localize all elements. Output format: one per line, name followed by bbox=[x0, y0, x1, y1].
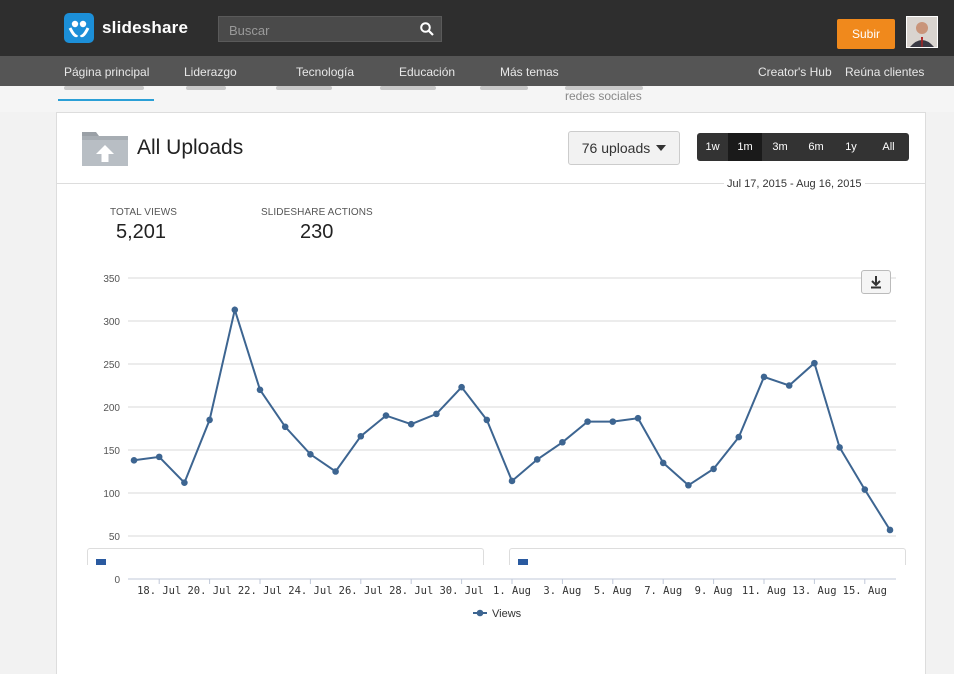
data-point bbox=[508, 477, 516, 485]
x-tick-label: 20. Jul bbox=[187, 585, 231, 597]
bottom-panel-left bbox=[87, 548, 484, 565]
data-point bbox=[735, 433, 743, 441]
x-tick-label: 1. Aug bbox=[493, 585, 531, 597]
x-tick-label: 15. Aug bbox=[843, 585, 887, 597]
data-point bbox=[130, 457, 138, 464]
data-point bbox=[785, 382, 793, 389]
x-tick-label: 28. Jul bbox=[389, 585, 433, 597]
data-point bbox=[710, 465, 717, 473]
y-tick-label: 250 bbox=[103, 360, 120, 371]
data-point bbox=[634, 414, 642, 422]
y-tick-label: 50 bbox=[109, 532, 121, 543]
data-point bbox=[533, 456, 541, 463]
y-tick-label: 300 bbox=[103, 317, 120, 328]
legend-marker bbox=[476, 609, 484, 617]
x-tick-label: 24. Jul bbox=[288, 585, 332, 597]
data-point bbox=[181, 479, 188, 486]
data-point bbox=[407, 420, 415, 428]
download-icon bbox=[871, 276, 881, 289]
download-chart-button[interactable] bbox=[861, 270, 891, 294]
y-tick-label: 200 bbox=[103, 403, 120, 414]
y-tick-label: 350 bbox=[103, 274, 120, 285]
data-point bbox=[256, 386, 264, 394]
data-point bbox=[886, 526, 894, 534]
data-point bbox=[458, 383, 465, 391]
views-series-line bbox=[133, 305, 891, 531]
data-point bbox=[836, 444, 843, 451]
x-tick-label: 22. Jul bbox=[238, 585, 282, 597]
data-point bbox=[760, 373, 768, 381]
data-point bbox=[155, 453, 163, 461]
data-point bbox=[559, 438, 566, 446]
x-tick-label: 18. Jul bbox=[137, 585, 181, 597]
data-point bbox=[332, 468, 339, 475]
data-point bbox=[861, 486, 869, 493]
x-tick-label: 9. Aug bbox=[695, 585, 733, 597]
data-point bbox=[584, 418, 591, 425]
data-point bbox=[685, 481, 692, 489]
x-tick-label: 30. Jul bbox=[439, 585, 483, 597]
panel-icon bbox=[96, 559, 106, 565]
x-tick-label: 11. Aug bbox=[742, 585, 786, 597]
panel-icon bbox=[518, 559, 528, 565]
bottom-panel-right bbox=[509, 548, 906, 565]
x-tick-label: 13. Aug bbox=[792, 585, 836, 597]
data-point bbox=[811, 359, 818, 367]
x-tick-label: 26. Jul bbox=[339, 585, 383, 597]
y-tick-label: 0 bbox=[114, 575, 120, 586]
data-point bbox=[281, 423, 289, 431]
data-point bbox=[382, 412, 390, 419]
y-tick-label: 100 bbox=[103, 489, 120, 500]
data-point bbox=[231, 306, 239, 314]
y-tick-label: 150 bbox=[103, 446, 120, 457]
data-point bbox=[307, 451, 314, 458]
data-point bbox=[206, 416, 213, 424]
data-point bbox=[433, 410, 440, 418]
data-point bbox=[659, 459, 667, 467]
data-point bbox=[609, 418, 617, 425]
x-tick-label: 7. Aug bbox=[644, 585, 682, 597]
data-point bbox=[483, 416, 491, 424]
views-line-chart: 0 50 100 150 200 250 300 350 18. Jul 20. Jul 22. J… bbox=[103, 274, 896, 620]
data-point bbox=[357, 432, 365, 440]
x-tick-label: 5. Aug bbox=[594, 585, 632, 597]
legend-label: Views bbox=[492, 608, 522, 620]
x-tick-label: 3. Aug bbox=[543, 585, 581, 597]
